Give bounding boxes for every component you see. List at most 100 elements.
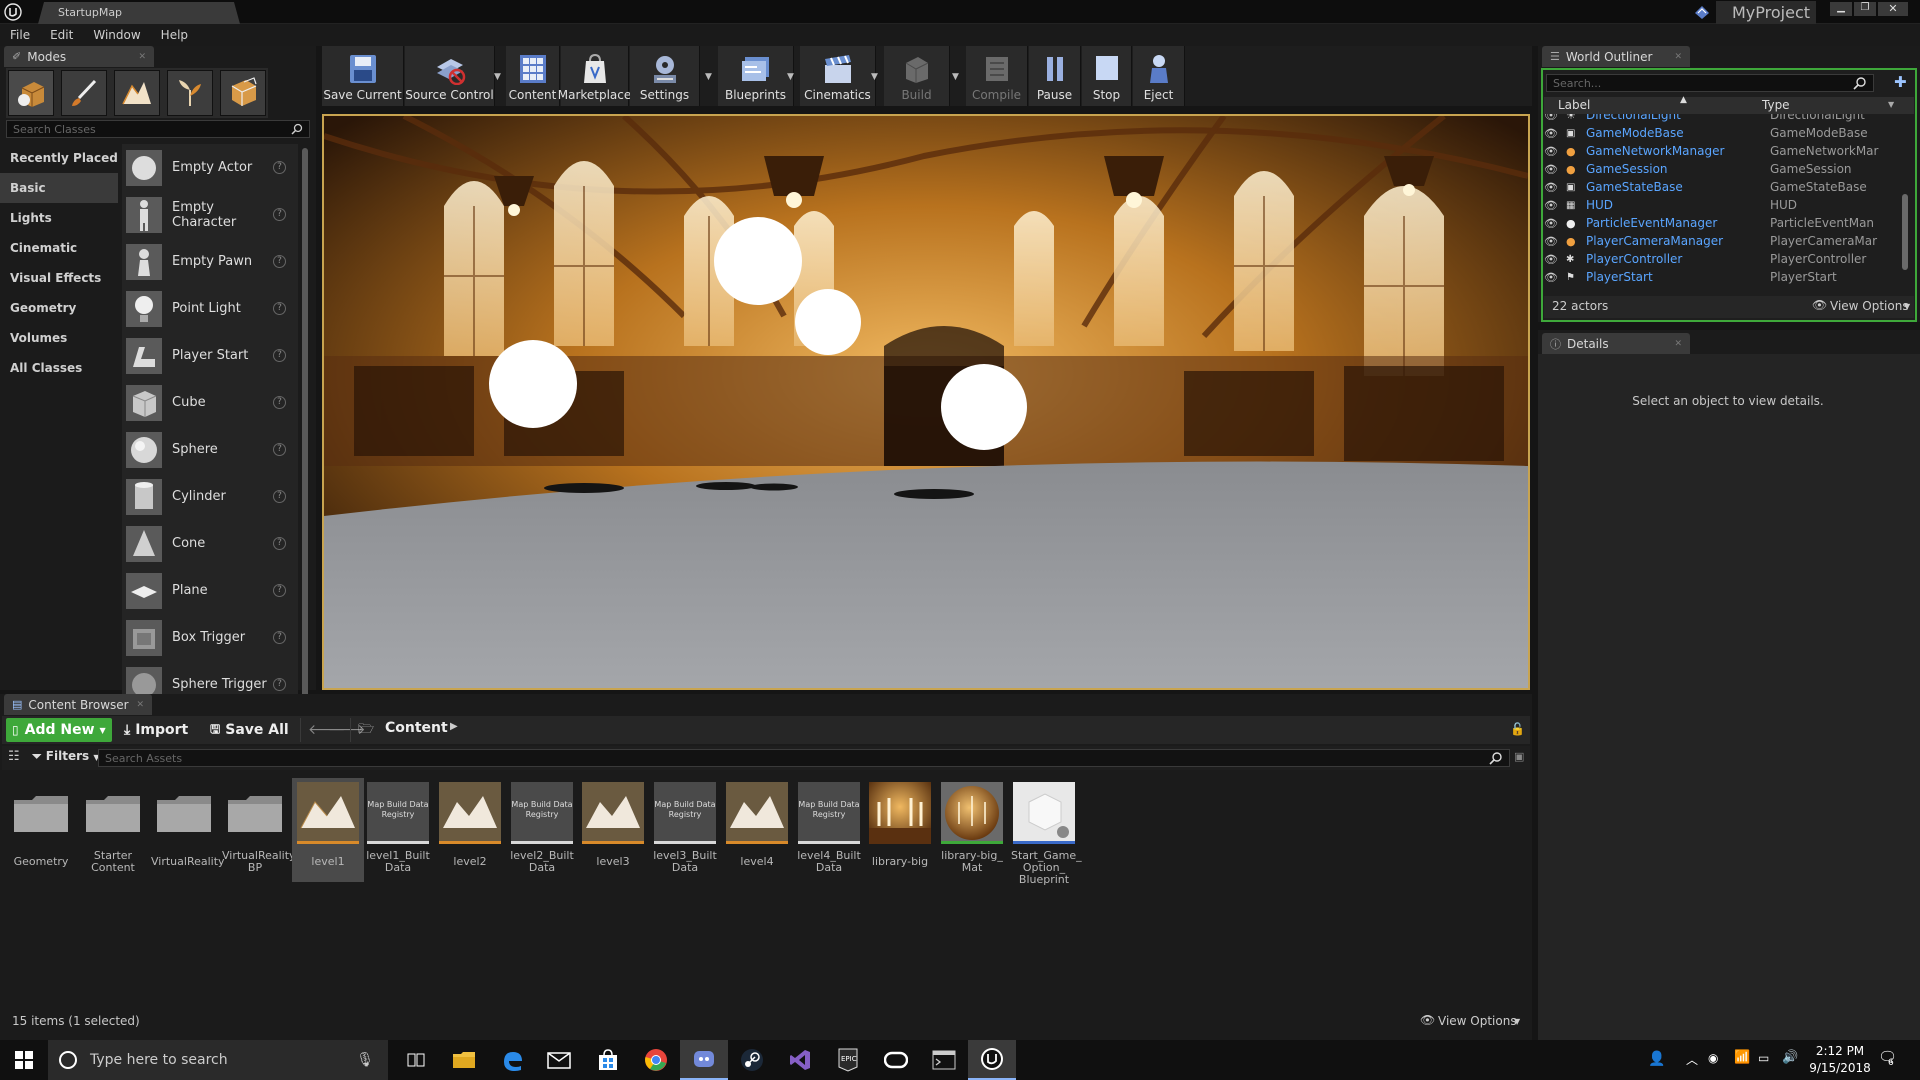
build-dropdown-icon[interactable]: ▼ xyxy=(952,72,959,82)
category-basic[interactable]: Basic xyxy=(0,173,118,203)
source-control-button[interactable]: Source Control xyxy=(405,46,495,106)
asset-folder[interactable]: Starter Content xyxy=(80,782,146,874)
minimize-button[interactable]: ▁ xyxy=(1830,2,1852,16)
steam-button[interactable] xyxy=(728,1040,776,1080)
visibility-eye-icon[interactable]: 👁 xyxy=(1544,114,1566,122)
place-cylinder[interactable]: Cylinder? xyxy=(122,473,298,520)
menu-help[interactable]: Help xyxy=(151,28,198,42)
help-icon[interactable]: ? xyxy=(273,349,286,362)
start-button[interactable] xyxy=(0,1040,48,1080)
outliner-row[interactable]: 👁 ▣ GameModeBase GameModeBase xyxy=(1544,124,1898,142)
place-player-start[interactable]: Player Start? xyxy=(122,332,298,379)
help-icon[interactable]: ? xyxy=(273,396,286,409)
asset-built-data[interactable]: Map Build Data Registry level3_Built Dat… xyxy=(652,782,718,874)
place-empty-character[interactable]: Empty Character? xyxy=(122,191,298,238)
outliner-row[interactable]: 👁 ✱ PlayerController PlayerController xyxy=(1544,250,1898,268)
unreal-logo-icon[interactable] xyxy=(4,3,22,21)
oculus-button[interactable] xyxy=(872,1040,920,1080)
task-view-button[interactable] xyxy=(392,1040,440,1080)
view-options-dropdown-icon[interactable]: ▼ xyxy=(1514,1017,1520,1026)
chrome-button[interactable] xyxy=(632,1040,680,1080)
content-button[interactable]: Content xyxy=(506,46,560,106)
visibility-eye-icon[interactable]: 👁 xyxy=(1544,235,1566,248)
search-classes-input[interactable]: Search Classes xyxy=(6,120,310,138)
clock[interactable]: 2:12 PM 9/15/2018 xyxy=(1808,1043,1872,1077)
asset-level[interactable]: level3 xyxy=(580,782,646,868)
help-icon[interactable]: ? xyxy=(273,584,286,597)
geometry-edit-mode-button[interactable] xyxy=(220,70,266,116)
visibility-eye-icon[interactable]: 👁 xyxy=(1544,163,1566,176)
help-icon[interactable]: ? xyxy=(273,161,286,174)
category-lights[interactable]: Lights xyxy=(0,203,118,233)
world-outliner-tab[interactable]: ☰ World Outliner ✕ xyxy=(1542,46,1690,67)
wifi-icon[interactable]: 📶 xyxy=(1734,1050,1750,1065)
visibility-eye-icon[interactable]: 👁 xyxy=(1544,181,1566,194)
outliner-row[interactable]: 👁 ● ParticleEventManager ParticleEventMan xyxy=(1544,214,1898,232)
visibility-eye-icon[interactable]: 👁 xyxy=(1544,271,1566,284)
menu-edit[interactable]: Edit xyxy=(40,28,83,42)
outliner-row[interactable]: 👁 ⚑ PlayerStart PlayerStart xyxy=(1544,268,1898,286)
help-icon[interactable]: ? xyxy=(273,302,286,315)
help-icon[interactable]: ? xyxy=(273,631,286,644)
category-all-classes[interactable]: All Classes xyxy=(0,353,118,383)
asset-folder[interactable]: VirtualReality xyxy=(151,782,225,868)
menu-window[interactable]: Window xyxy=(83,28,150,42)
help-icon[interactable]: ? xyxy=(273,255,286,268)
help-icon[interactable]: ? xyxy=(273,678,286,691)
asset-built-data[interactable]: Map Build Data Registry level4_Built Dat… xyxy=(796,782,862,874)
outliner-row[interactable]: 👁 ▣ GameStateBase GameStateBase xyxy=(1544,178,1898,196)
store-button[interactable] xyxy=(584,1040,632,1080)
content-view-options[interactable]: View Options xyxy=(1438,1014,1517,1028)
outliner-scrollbar[interactable] xyxy=(1902,194,1908,270)
place-empty-actor[interactable]: Empty Actor? xyxy=(122,144,298,191)
visibility-eye-icon[interactable]: 👁 xyxy=(1544,145,1566,158)
level-tab[interactable]: StartupMap xyxy=(38,2,240,24)
outliner-search-input[interactable]: Search... xyxy=(1546,74,1874,92)
asset-level[interactable]: level4 xyxy=(724,782,790,868)
visibility-eye-icon[interactable]: 👁 xyxy=(1544,217,1566,230)
volume-icon[interactable]: 🔊 xyxy=(1782,1050,1798,1065)
visual-studio-button[interactable] xyxy=(776,1040,824,1080)
compile-button[interactable]: Compile xyxy=(966,46,1028,106)
mail-button[interactable] xyxy=(536,1040,584,1080)
asset-level-selected[interactable]: level1 xyxy=(292,778,364,882)
placeable-scrollbar[interactable] xyxy=(302,148,308,708)
cinematics-button[interactable]: Cinematics xyxy=(800,46,876,106)
unreal-editor-button[interactable] xyxy=(968,1040,1016,1080)
outliner-tab-close-icon[interactable]: ✕ xyxy=(1674,52,1682,62)
show-hidden-icons-chevron-icon[interactable]: ︿ xyxy=(1686,1051,1698,1068)
category-cinematic[interactable]: Cinematic xyxy=(0,233,118,263)
place-mode-button[interactable] xyxy=(8,70,54,116)
type-column-header[interactable]: Type xyxy=(1762,98,1790,112)
help-icon[interactable]: ? xyxy=(273,208,286,221)
battery-icon[interactable]: ▭ xyxy=(1758,1051,1769,1065)
place-empty-pawn[interactable]: Empty Pawn? xyxy=(122,238,298,285)
asset-folder[interactable]: VirtualReality BP xyxy=(222,782,296,874)
outliner-row[interactable]: 👁 ● GameNetworkManager GameNetworkMar xyxy=(1544,142,1898,160)
people-icon[interactable]: 👤 xyxy=(1648,1051,1665,1067)
microphone-icon[interactable]: 🎙 xyxy=(356,1052,374,1068)
foliage-mode-button[interactable] xyxy=(167,70,213,116)
category-recently-placed[interactable]: Recently Placed xyxy=(0,143,118,173)
steam-tray-icon[interactable]: ◉ xyxy=(1708,1051,1718,1065)
help-icon[interactable]: ? xyxy=(273,443,286,456)
place-plane[interactable]: Plane? xyxy=(122,567,298,614)
label-column-header[interactable]: Label xyxy=(1558,98,1590,112)
details-tab-close-icon[interactable]: ✕ xyxy=(1674,339,1682,349)
visibility-eye-icon[interactable]: 👁 xyxy=(1544,199,1566,212)
source-control-icon[interactable] xyxy=(1693,3,1711,21)
asset-folder[interactable]: Geometry xyxy=(8,782,74,868)
visibility-eye-icon[interactable]: 👁 xyxy=(1544,253,1566,266)
epic-launcher-button[interactable]: EPIC xyxy=(824,1040,872,1080)
asset-texture[interactable]: library-big xyxy=(867,782,933,868)
landscape-mode-button[interactable] xyxy=(114,70,160,116)
build-button[interactable]: Build xyxy=(884,46,950,106)
modes-tab-close-icon[interactable]: ✕ xyxy=(138,52,146,62)
maximize-button[interactable]: ❐ xyxy=(1854,2,1876,16)
asset-blueprint[interactable]: Start_Game_ Option_ Blueprint xyxy=(1011,782,1082,886)
action-center-button[interactable]: 🗨 6 xyxy=(1876,1048,1900,1072)
category-volumes[interactable]: Volumes xyxy=(0,323,118,353)
marketplace-button[interactable]: Marketplace xyxy=(558,46,631,106)
save-current-button[interactable]: Save Current xyxy=(322,46,404,106)
file-explorer-button[interactable] xyxy=(440,1040,488,1080)
